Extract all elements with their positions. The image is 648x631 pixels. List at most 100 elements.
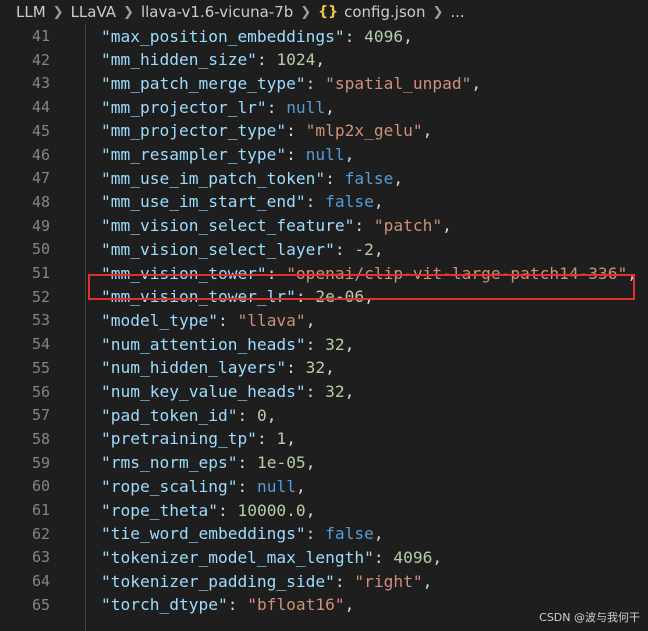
line-number: 55 (31, 358, 50, 377)
json-value: 4096 (393, 547, 433, 567)
breadcrumb-item-file[interactable]: config.json (344, 3, 425, 21)
code-text[interactable]: "mm_resampler_type": null, (101, 145, 354, 164)
json-value: 4096 (364, 26, 404, 46)
json-colon: : (325, 168, 345, 188)
json-colon: : (305, 192, 326, 212)
code-editor[interactable]: 40"intermediate_size": 11008,41"max_posi… (0, 0, 648, 631)
json-key: "mm_resampler_type" (101, 145, 287, 164)
code-text[interactable]: "mm_projector_lr": null, (101, 98, 335, 117)
json-value: 10000.0 (237, 500, 306, 520)
json-comma: , (266, 405, 277, 425)
code-line-58[interactable]: 58 "pretraining_tp": 1, (0, 427, 648, 451)
code-line-41[interactable]: 41 "max_position_embeddings": 4096, (0, 24, 648, 48)
code-text[interactable]: "mm_projector_type": "mlp2x_gelu", (101, 121, 432, 140)
code-text[interactable]: "rope_scaling": null, (101, 477, 306, 496)
json-comma: , (286, 429, 296, 449)
code-text[interactable]: "mm_hidden_size": 1024, (101, 50, 325, 69)
line-number: 65 (31, 595, 50, 614)
code-line-42[interactable]: 42 "mm_hidden_size": 1024, (0, 48, 648, 72)
line-number: 42 (31, 50, 50, 69)
json-colon: : (305, 334, 326, 354)
code-text[interactable]: "rms_norm_eps": 1e-05, (101, 453, 315, 472)
chevron-right-icon: ❯ (300, 4, 312, 20)
code-line-60[interactable]: 60 "rope_scaling": null, (0, 474, 648, 498)
json-colon: : (286, 358, 306, 378)
chevron-right-icon: ❯ (52, 4, 64, 20)
breadcrumb-item-model-folder[interactable]: llava-v1.6-vicuna-7b (141, 3, 293, 21)
json-value: 32 (325, 334, 345, 354)
json-colon: : (305, 73, 326, 93)
json-comma: , (471, 73, 482, 93)
code-line-48[interactable]: 48 "mm_use_im_start_end": false, (0, 190, 648, 214)
json-comma: , (305, 310, 316, 330)
json-comma: , (432, 547, 443, 567)
json-value: 1 (276, 429, 287, 449)
json-key: "tie_word_embeddings" (101, 524, 306, 544)
code-text[interactable]: "model_type": "llava", (101, 311, 315, 330)
code-text[interactable]: "max_position_embeddings": 4096, (101, 27, 413, 46)
code-line-55[interactable]: 55 "num_hidden_layers": 32, (0, 356, 648, 380)
code-line-61[interactable]: 61 "rope_theta": 10000.0, (0, 498, 648, 522)
json-colon: : (305, 524, 326, 544)
code-line-45[interactable]: 45 "mm_projector_type": "mlp2x_gelu", (0, 119, 648, 143)
json-key: "pad_token_id" (101, 405, 238, 425)
line-number: 57 (31, 406, 50, 425)
breadcrumb-item-llm[interactable]: LLM (16, 3, 46, 21)
code-text[interactable]: "mm_patch_merge_type": "spatial_unpad", (101, 74, 481, 93)
json-key: "rope_scaling" (101, 476, 238, 496)
code-text[interactable]: "pad_token_id": 0, (101, 406, 276, 425)
code-text[interactable]: "mm_vision_select_feature": "patch", (101, 216, 452, 235)
json-key: "num_key_value_heads" (101, 382, 306, 401)
json-comma: , (344, 595, 355, 615)
code-line-63[interactable]: 63 "tokenizer_model_max_length": 4096, (0, 545, 648, 569)
code-line-59[interactable]: 59 "rms_norm_eps": 1e-05, (0, 451, 648, 475)
code-text[interactable]: "tie_word_embeddings": false, (101, 524, 384, 543)
json-colon: : (217, 500, 238, 520)
code-text[interactable]: "tokenizer_model_max_length": 4096, (101, 548, 442, 567)
json-value: false (325, 524, 374, 544)
json-key: "rms_norm_eps" (101, 453, 238, 473)
code-line-44[interactable]: 44 "mm_projector_lr": null, (0, 95, 648, 119)
code-line-57[interactable]: 57 "pad_token_id": 0, (0, 403, 648, 427)
code-line-50[interactable]: 50 "mm_vision_select_layer": -2, (0, 237, 648, 261)
breadcrumb-item-symbols[interactable]: ... (450, 3, 464, 21)
json-value: 32 (305, 358, 326, 378)
code-text[interactable]: "mm_vision_select_layer": -2, (101, 240, 384, 259)
code-text[interactable]: "rope_theta": 10000.0, (101, 501, 315, 520)
json-key: "max_position_embeddings" (101, 26, 345, 46)
json-comma: , (325, 358, 335, 378)
json-colon: : (334, 239, 355, 259)
code-line-56[interactable]: 56 "num_key_value_heads": 32, (0, 380, 648, 404)
code-text[interactable]: "mm_use_im_patch_token": false, (101, 169, 403, 188)
code-line-46[interactable]: 46 "mm_resampler_type": null, (0, 143, 648, 167)
code-text[interactable]: "num_key_value_heads": 32, (101, 382, 354, 401)
line-number: 51 (31, 264, 50, 282)
line-number: 62 (31, 524, 50, 543)
code-line-62[interactable]: 62 "tie_word_embeddings": false, (0, 522, 648, 546)
line-number: 61 (31, 501, 50, 519)
json-key: "mm_hidden_size" (101, 50, 257, 70)
code-text[interactable]: "pretraining_tp": 1, (101, 429, 296, 448)
json-colon: : (286, 121, 306, 141)
json-colon: : (237, 405, 257, 425)
code-text[interactable]: "torch_dtype": "bfloat16", (101, 595, 354, 614)
code-line-43[interactable]: 43 "mm_patch_merge_type": "spatial_unpad"… (0, 71, 648, 95)
highlight-box (88, 274, 635, 300)
json-key: "tokenizer_model_max_length" (101, 547, 374, 567)
code-line-49[interactable]: 49 "mm_vision_select_feature": "patch", (0, 214, 648, 238)
breadcrumb-item-llava[interactable]: LLaVA (71, 3, 116, 21)
json-key: "num_hidden_layers" (101, 358, 287, 378)
code-line-47[interactable]: 47 "mm_use_im_patch_token": false, (0, 166, 648, 190)
code-line-64[interactable]: 64 "tokenizer_padding_side": "right", (0, 569, 648, 593)
code-text[interactable]: "tokenizer_padding_side": "right", (101, 572, 432, 591)
code-text[interactable]: "num_attention_heads": 32, (101, 335, 354, 354)
code-text[interactable]: "num_hidden_layers": 32, (101, 358, 335, 377)
line-number: 58 (31, 429, 50, 448)
line-number: 43 (31, 74, 50, 93)
line-number: 48 (31, 192, 50, 211)
code-line-54[interactable]: 54 "num_attention_heads": 32, (0, 332, 648, 356)
json-colon: : (227, 595, 248, 615)
json-value: 0 (256, 405, 267, 425)
code-line-53[interactable]: 53 "model_type": "llava", (0, 308, 648, 332)
code-text[interactable]: "mm_use_im_start_end": false, (101, 192, 384, 211)
